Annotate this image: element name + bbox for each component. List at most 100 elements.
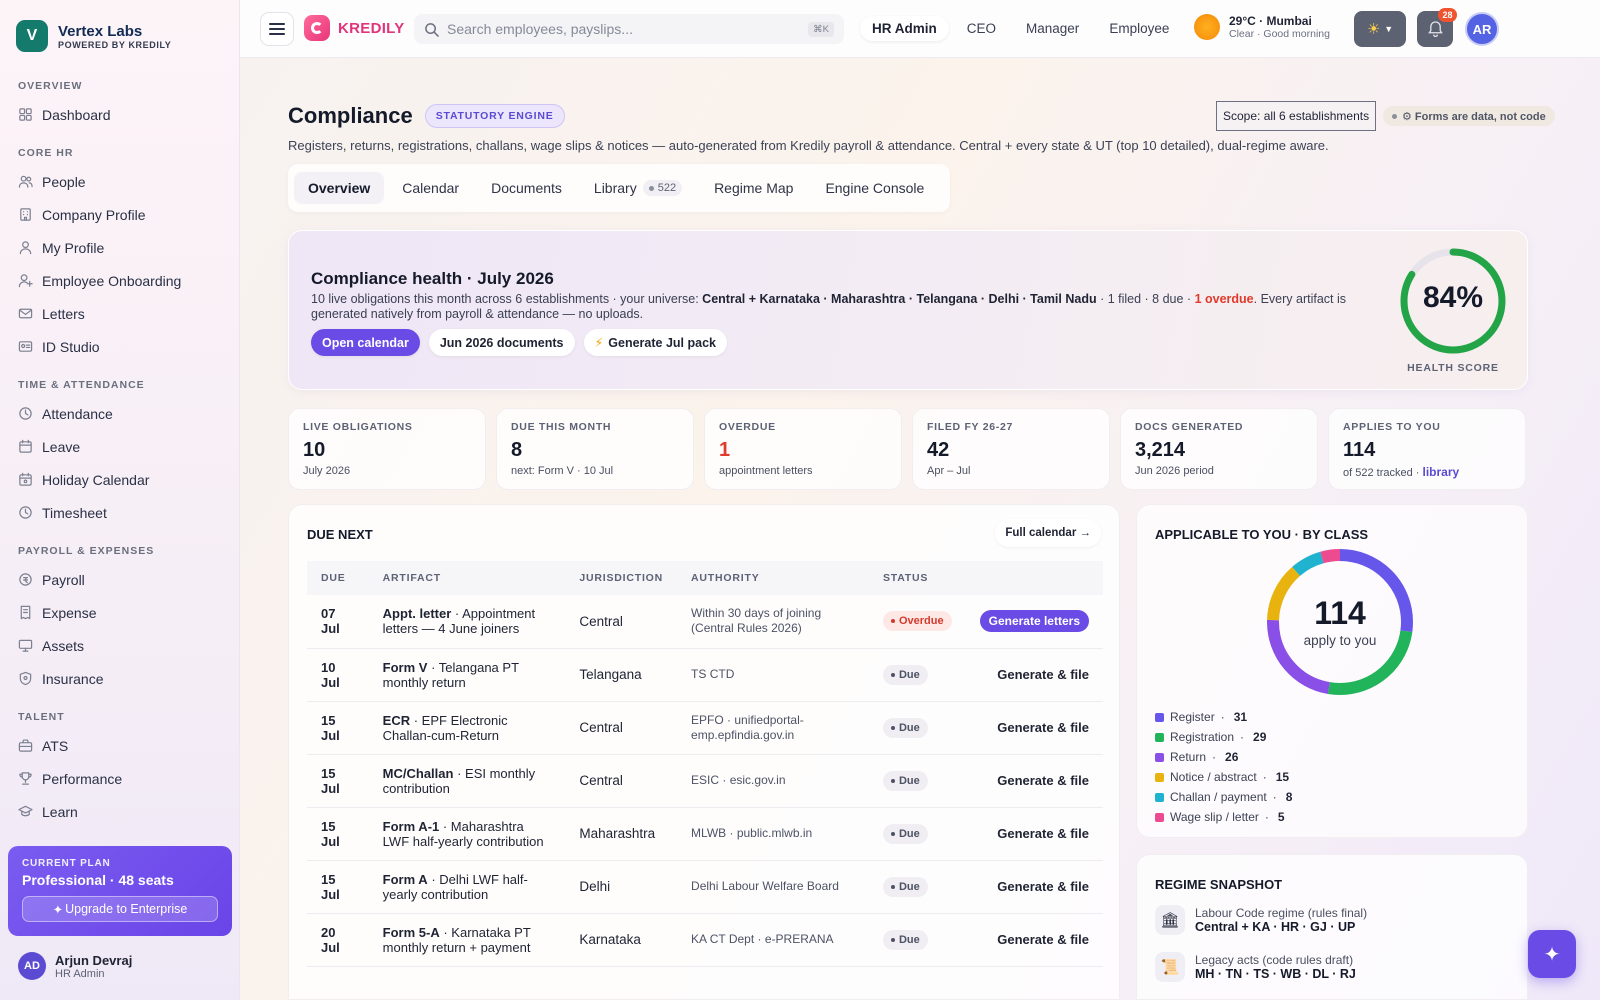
calendar-star-icon — [18, 472, 33, 487]
generate-file-button[interactable]: Generate & file — [997, 773, 1089, 788]
stat-card-filed-fy-26-27[interactable]: FILED FY 26-27 42 Apr – Jul — [912, 408, 1110, 490]
assistant-fab[interactable]: ✦ — [1528, 930, 1576, 978]
tab-engine-console[interactable]: Engine Console — [811, 172, 938, 204]
mail-icon — [18, 306, 33, 321]
table-row[interactable]: 20 Jul Form 5-A · Karnataka PT monthly r… — [307, 913, 1103, 967]
calendar-icon — [18, 439, 33, 454]
row-action: Generate & file — [965, 913, 1103, 967]
tab-calendar[interactable]: Calendar — [388, 172, 473, 204]
legend-item: Register · 31 — [1155, 707, 1292, 727]
sidebar-item-holiday-calendar[interactable]: Holiday Calendar — [0, 463, 239, 496]
sidebar-item-leave[interactable]: Leave — [0, 430, 239, 463]
sidebar-item-people[interactable]: People — [0, 165, 239, 198]
user-profile[interactable]: AD Arjun Devraj HR Admin — [18, 952, 132, 980]
open-calendar-button[interactable]: Open calendar — [311, 329, 420, 356]
stat-card-due-this-month[interactable]: DUE THIS MONTH 8 next: Form V · 10 Jul — [496, 408, 694, 490]
menu-button[interactable] — [260, 12, 294, 46]
artifact: Form A · Delhi LWF half-yearly contribut… — [368, 860, 566, 914]
sidebar-item-insurance[interactable]: Insurance — [0, 662, 239, 695]
theme-toggle[interactable]: ☀ ▼ — [1354, 11, 1406, 47]
stat-value: 10 — [303, 439, 326, 461]
search-bar[interactable]: ⌘K — [414, 14, 844, 44]
stat-card-live-obligations[interactable]: LIVE OBLIGATIONS 10 July 2026 — [288, 408, 486, 490]
legend-item: Return · 26 — [1155, 747, 1292, 767]
product-logo[interactable]: KREDILY — [304, 15, 405, 41]
sun-icon — [1194, 14, 1220, 40]
sidebar-item-dashboard[interactable]: Dashboard — [0, 98, 239, 131]
tab-label: Regime Map — [714, 180, 794, 196]
stat-card-applies-to-you[interactable]: APPLIES TO YOU 114 of 522 tracked · libra… — [1328, 408, 1526, 490]
regime-row-labour-code[interactable]: 🏛 Labour Code regime (rules final) Centr… — [1155, 905, 1367, 935]
health-score-value: 84% — [1422, 281, 1484, 314]
sidebar-item-learn[interactable]: Learn — [0, 795, 239, 828]
tab-regime-map[interactable]: Regime Map — [700, 172, 807, 204]
tab-overview[interactable]: Overview — [294, 172, 385, 204]
generate-letters-button[interactable]: Generate letters — [979, 610, 1089, 633]
role-tab-ceo[interactable]: CEO — [955, 16, 1008, 41]
id-card-icon — [18, 339, 33, 354]
donut-total: 114 — [1314, 595, 1366, 631]
sidebar-item-company-profile[interactable]: Company Profile — [0, 198, 239, 231]
grad-cap-icon — [18, 804, 33, 819]
generate-file-button[interactable]: Generate & file — [997, 879, 1089, 894]
sidebar-item-payroll[interactable]: Payroll — [0, 563, 239, 596]
table-row[interactable]: 15 Jul Form A · Delhi LWF half-yearly co… — [307, 860, 1103, 914]
topbar: KREDILY ⌘K HR AdminCEOManagerEmployee 29… — [240, 0, 1600, 58]
government-building-icon: 🏛 — [1155, 905, 1185, 935]
stat-card-overdue[interactable]: OVERDUE 1 appointment letters — [704, 408, 902, 490]
sidebar-item-performance[interactable]: Performance — [0, 762, 239, 795]
sidebar-item-label: Timesheet — [42, 504, 107, 521]
search-input[interactable] — [447, 21, 801, 37]
weather-widget: 29°C · Mumbai Clear · Good morning — [1194, 14, 1330, 40]
full-calendar-link[interactable]: Full calendar → — [995, 519, 1101, 547]
table-row[interactable]: 15 Jul ECR · EPF Electronic Challan-cum-… — [307, 701, 1103, 755]
generate-file-button[interactable]: Generate & file — [997, 826, 1089, 841]
tab-library[interactable]: Library 522 — [580, 172, 696, 204]
legend-item: Registration · 29 — [1155, 727, 1292, 747]
lightning-icon: ⚡ — [594, 336, 604, 350]
brand[interactable]: V Vertex Labs POWERED BY KREDILY — [0, 0, 239, 58]
sidebar-item-attendance[interactable]: Attendance — [0, 397, 239, 430]
library-link[interactable]: library — [1423, 465, 1460, 479]
role-tab-manager[interactable]: Manager — [1014, 16, 1091, 41]
role-tab-hr-admin[interactable]: HR Admin — [860, 16, 949, 41]
legend-swatch — [1155, 812, 1164, 822]
scope-selector[interactable]: Scope: all 6 establishments — [1216, 101, 1377, 131]
stat-sub: Apr – Jul — [927, 465, 971, 477]
sidebar-item-letters[interactable]: Letters — [0, 297, 239, 330]
table-row[interactable]: 10 Jul Form V · Telangana PT monthly ret… — [307, 648, 1103, 702]
bell-icon — [1427, 21, 1443, 37]
sidebar-item-ats[interactable]: ATS — [0, 729, 239, 762]
account-avatar[interactable]: AR — [1465, 12, 1499, 46]
role-tab-employee[interactable]: Employee — [1097, 16, 1181, 41]
stat-value: 114 — [1343, 439, 1376, 461]
generate-file-button[interactable]: Generate & file — [997, 667, 1089, 682]
sidebar-item-employee-onboarding[interactable]: Employee Onboarding — [0, 264, 239, 297]
sidebar-item-my-profile[interactable]: My Profile — [0, 231, 239, 264]
artifact: ECR · EPF Electronic Challan-cum-Return — [368, 701, 566, 755]
upgrade-button[interactable]: ✦ Upgrade to Enterprise — [22, 896, 218, 922]
generate-file-button[interactable]: Generate & file — [997, 720, 1089, 735]
regime-row-legacy[interactable]: 📜 Legacy acts (code rules draft) MH · TN… — [1155, 952, 1356, 982]
chevron-down-icon: ▼ — [1384, 24, 1394, 34]
sidebar-item-expense[interactable]: Expense — [0, 596, 239, 629]
scroll-icon: 📜 — [1155, 952, 1185, 982]
sidebar-item-assets[interactable]: Assets — [0, 629, 239, 662]
tab-documents[interactable]: Documents — [477, 172, 576, 204]
sidebar-item-id-studio[interactable]: ID Studio — [0, 330, 239, 363]
generate-pack-button[interactable]: ⚡ Generate Jul pack — [583, 329, 727, 356]
generate-file-button[interactable]: Generate & file — [997, 932, 1089, 947]
table-row[interactable]: 15 Jul Form A-1 · Maharashtra LWF half-y… — [307, 807, 1103, 861]
stat-sub: appointment letters — [719, 465, 813, 477]
jun-documents-button[interactable]: Jun 2026 documents — [428, 329, 575, 356]
table-row[interactable]: 15 Jul MC/Challan · ESI monthly contribu… — [307, 754, 1103, 808]
due-next-card: DUE NEXT Full calendar → DUE ARTIFACT JURI… — [288, 504, 1120, 1000]
authority: EPFO · unifiedportal-emp.epfindia.gov.in — [677, 701, 869, 755]
sidebar-nav: OVERVIEW Dashboard CORE HR People Company Pr… — [0, 80, 239, 828]
status-cell: Overdue — [868, 595, 966, 649]
sidebar-item-timesheet[interactable]: Timesheet — [0, 496, 239, 529]
stat-card-docs-generated[interactable]: DOCS GENERATED 3,214 Jun 2026 period — [1120, 408, 1318, 490]
status-badge: Due — [882, 664, 928, 685]
brand-logo: V — [16, 20, 48, 52]
table-row[interactable]: 07 Jul Appt. letter · Appointment letter… — [307, 595, 1103, 649]
